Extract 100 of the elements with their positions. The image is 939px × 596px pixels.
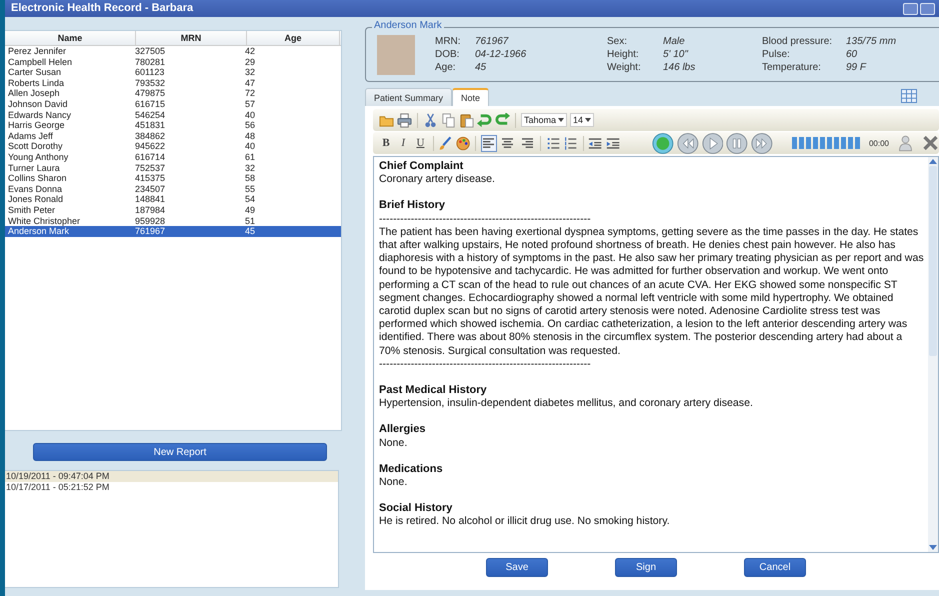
font-size-select[interactable]: 14 (570, 113, 594, 127)
copy-icon[interactable] (441, 112, 456, 128)
patient-row[interactable]: Adams Jeff 384862 48 (5, 130, 341, 142)
patient-name: Perez Jennifer (7, 46, 68, 57)
action-button[interactable]: Sign (615, 558, 677, 577)
palette-icon[interactable] (456, 136, 470, 150)
brush-icon[interactable] (438, 136, 453, 150)
new-report-button[interactable]: New Report (33, 443, 327, 461)
age-cell-text: 72 (245, 88, 256, 99)
age-cell-text: 40 (245, 110, 256, 120)
action-button[interactable]: Cancel (744, 558, 806, 577)
patient-name: Jones Ronald (7, 194, 64, 205)
report-item[interactable]: 10/19/2011 - 09:47:04 PM (5, 471, 338, 482)
mrn-cell-text: 761967 (135, 226, 166, 237)
mrn-cell-text: 780281 (135, 56, 166, 68)
outdent-icon[interactable] (588, 136, 603, 150)
patient-row[interactable]: Roberts Linda 793532 47 (5, 78, 341, 88)
section-heading: Chief Complaint (379, 160, 464, 174)
close-icon[interactable] (922, 134, 939, 152)
tab[interactable]: Patient Summary (365, 88, 452, 106)
field-label: Age: (435, 62, 457, 73)
dropdown-arrow-icon[interactable] (585, 118, 592, 122)
mrn-cell-text: 415375 (135, 173, 166, 184)
play-button[interactable] (702, 132, 724, 154)
scroll-up-icon[interactable] (929, 159, 937, 164)
age-cell-text: 47 (245, 78, 256, 88)
field-value: Male (663, 36, 685, 47)
format-button[interactable]: I (396, 134, 410, 152)
cut-icon[interactable] (423, 112, 438, 128)
font-select[interactable]: Tahoma (521, 113, 568, 127)
age-cell-text: 32 (245, 67, 256, 78)
patient-row[interactable]: White Christopher 959928 51 (5, 216, 341, 226)
age-cell-text: 32 (245, 162, 256, 174)
patient-row[interactable]: Edwards Nancy 546254 40 (5, 110, 341, 120)
format-button[interactable]: U (413, 134, 428, 152)
rewind-button[interactable] (677, 132, 699, 154)
patient-name: Roberts Linda (7, 78, 66, 88)
format-button[interactable]: B (379, 134, 394, 152)
patient-row[interactable]: Scott Dorothy 945622 40 (5, 141, 341, 152)
patient-row[interactable]: Jones Ronald 148841 54 (5, 194, 341, 205)
patient-row[interactable]: Perez Jennifer 327505 42 (5, 46, 341, 57)
patient-name: Harris George (7, 120, 66, 131)
undo-icon[interactable] (477, 112, 492, 128)
field-value: 146 lbs (663, 62, 696, 73)
section-text: Hypertension, insulin-dependent diabetes mellitus, and coronary artery disease. (379, 397, 754, 410)
minimize-button[interactable] (903, 3, 918, 15)
patient-row[interactable]: Johnson David 616715 57 (5, 98, 341, 110)
column-header[interactable]: MRN (136, 31, 247, 45)
patient-row[interactable]: Smith Peter 187984 49 (5, 204, 341, 216)
action-button[interactable]: Save (486, 558, 548, 577)
field-label: Sex: (607, 36, 628, 47)
age-cell-text: 51 (245, 216, 256, 226)
window-title: Electronic Health Record - Barbara (11, 2, 194, 15)
paste-icon[interactable] (459, 112, 474, 128)
patient-row[interactable]: Carter Susan 601123 32 (5, 67, 341, 78)
patient-row[interactable]: Evans Donna 234507 55 (5, 184, 341, 194)
patient-name: Carter Susan (7, 67, 62, 78)
mrn-cell-text: 601123 (135, 67, 166, 78)
bullet-list-icon[interactable] (546, 136, 560, 150)
tab[interactable]: Note (452, 88, 490, 106)
field-value: 45 (475, 62, 486, 73)
mrn-cell-text: 148841 (135, 194, 166, 205)
pause-button[interactable] (726, 132, 748, 154)
dropdown-arrow-icon[interactable] (558, 118, 564, 122)
patient-row[interactable]: Anderson Mark 761967 45 (5, 226, 341, 237)
section-text: None. (379, 436, 408, 450)
patient-row[interactable]: Turner Laura 752537 32 (5, 162, 341, 174)
scrollbar[interactable] (928, 157, 938, 552)
mrn-cell-text: 479875 (135, 88, 166, 99)
patient-row[interactable]: Campbell Helen 780281 29 (5, 56, 341, 68)
patient-name: Young Anthony (7, 152, 70, 163)
person-icon[interactable] (896, 134, 914, 152)
age-cell-text: 57 (245, 98, 256, 110)
section-heading: Social History (379, 502, 454, 516)
field-label: DOB: (435, 49, 460, 60)
patient-name-title: Anderson Mark (372, 20, 444, 31)
column-header[interactable]: Age (247, 31, 340, 45)
fast-forward-button[interactable] (751, 132, 773, 154)
restore-button[interactable] (920, 3, 935, 15)
record-button[interactable] (652, 132, 674, 154)
section-heading: Medications (379, 462, 444, 476)
section-text: Coronary artery disease. (379, 173, 496, 186)
grid-icon[interactable] (901, 89, 917, 103)
indent-icon[interactable] (606, 136, 620, 150)
patient-row[interactable]: Collins Sharon 415375 58 (5, 173, 341, 184)
patient-row[interactable]: Young Anthony 616714 61 (5, 152, 341, 163)
scroll-down-icon[interactable] (929, 545, 937, 550)
age-cell-text: 56 (245, 120, 256, 131)
patient-row[interactable]: Harris George 451831 56 (5, 120, 341, 131)
age-cell-text: 45 (245, 226, 256, 237)
patient-row[interactable]: Allen Joseph 479875 72 (5, 88, 341, 99)
mrn-cell-text: 616715 (135, 98, 166, 110)
field-value: 99 F (846, 62, 866, 73)
column-header[interactable]: Name (5, 31, 136, 45)
patient-name: White Christopher (7, 216, 82, 226)
align-left-icon[interactable] (480, 134, 497, 152)
report-item[interactable]: 10/17/2011 - 05:21:52 PM (5, 482, 338, 493)
redo-icon[interactable] (495, 112, 510, 128)
numbered-list-icon[interactable] (563, 136, 578, 150)
print-icon[interactable] (397, 112, 412, 128)
